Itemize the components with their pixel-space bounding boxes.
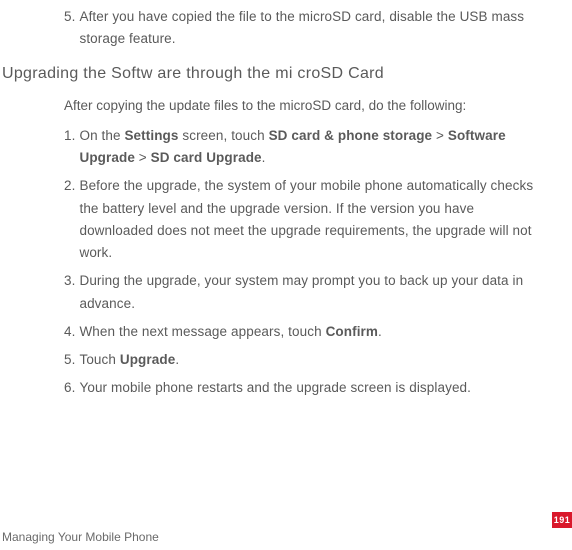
step-text: Touch Upgrade. bbox=[79, 349, 536, 371]
step-number: 5. bbox=[64, 349, 75, 371]
text-span: . bbox=[175, 352, 179, 367]
step-item: 3.During the upgrade, your system may pr… bbox=[64, 270, 536, 315]
step-number: 6. bbox=[64, 377, 75, 399]
steps-list: 1.On the Settings screen, touch SD card … bbox=[2, 125, 540, 400]
bold-term: SD card & phone storage bbox=[269, 128, 433, 143]
step-item: 4.When the next message appears, touch C… bbox=[64, 321, 536, 343]
text-span: Before the upgrade, the system of your m… bbox=[79, 178, 533, 260]
text-span: . bbox=[378, 324, 382, 339]
text-span: screen, touch bbox=[179, 128, 269, 143]
step-number: 4. bbox=[64, 321, 75, 343]
step-text: On the Settings screen, touch SD card & … bbox=[79, 125, 536, 170]
step-item: 1.On the Settings screen, touch SD card … bbox=[64, 125, 536, 170]
step-number: 2. bbox=[64, 175, 75, 264]
step-number: 1. bbox=[64, 125, 75, 170]
step-text: During the upgrade, your system may prom… bbox=[79, 270, 536, 315]
text-span: > bbox=[432, 128, 448, 143]
pre-step-text: After you have copied the file to the mi… bbox=[79, 6, 536, 51]
text-span: During the upgrade, your system may prom… bbox=[79, 273, 523, 310]
pre-steps-block: 5. After you have copied the file to the… bbox=[2, 6, 540, 51]
pre-step-number: 5. bbox=[64, 6, 75, 51]
text-span: Touch bbox=[79, 352, 119, 367]
step-text: Your mobile phone restarts and the upgra… bbox=[79, 377, 536, 399]
footer-text: Managing Your Mobile Phone bbox=[2, 530, 159, 544]
step-item: 6. Your mobile phone restarts and the upg… bbox=[64, 377, 536, 399]
bold-term: Confirm bbox=[326, 324, 378, 339]
text-span: > bbox=[135, 150, 151, 165]
section-heading: Upgrading the Softw are through the mi c… bbox=[2, 65, 540, 83]
bold-term: Settings bbox=[124, 128, 178, 143]
pre-step-item: 5. After you have copied the file to the… bbox=[64, 6, 536, 51]
step-number: 3. bbox=[64, 270, 75, 315]
bold-term: SD card Upgrade bbox=[151, 150, 262, 165]
text-span: On the bbox=[79, 128, 124, 143]
text-span: . bbox=[262, 150, 266, 165]
text-span: Your mobile phone restarts and the upgra… bbox=[79, 380, 471, 395]
step-item: 2.Before the upgrade, the system of your… bbox=[64, 175, 536, 264]
text-span: When the next message appears, touch bbox=[79, 324, 325, 339]
page-number-tab: 191 bbox=[552, 512, 572, 528]
step-text: When the next message appears, touch Con… bbox=[79, 321, 536, 343]
step-text: Before the upgrade, the system of your m… bbox=[79, 175, 536, 264]
step-item: 5.Touch Upgrade. bbox=[64, 349, 536, 371]
section-intro: After copying the update files to the mi… bbox=[2, 95, 540, 117]
bold-term: Upgrade bbox=[120, 352, 175, 367]
